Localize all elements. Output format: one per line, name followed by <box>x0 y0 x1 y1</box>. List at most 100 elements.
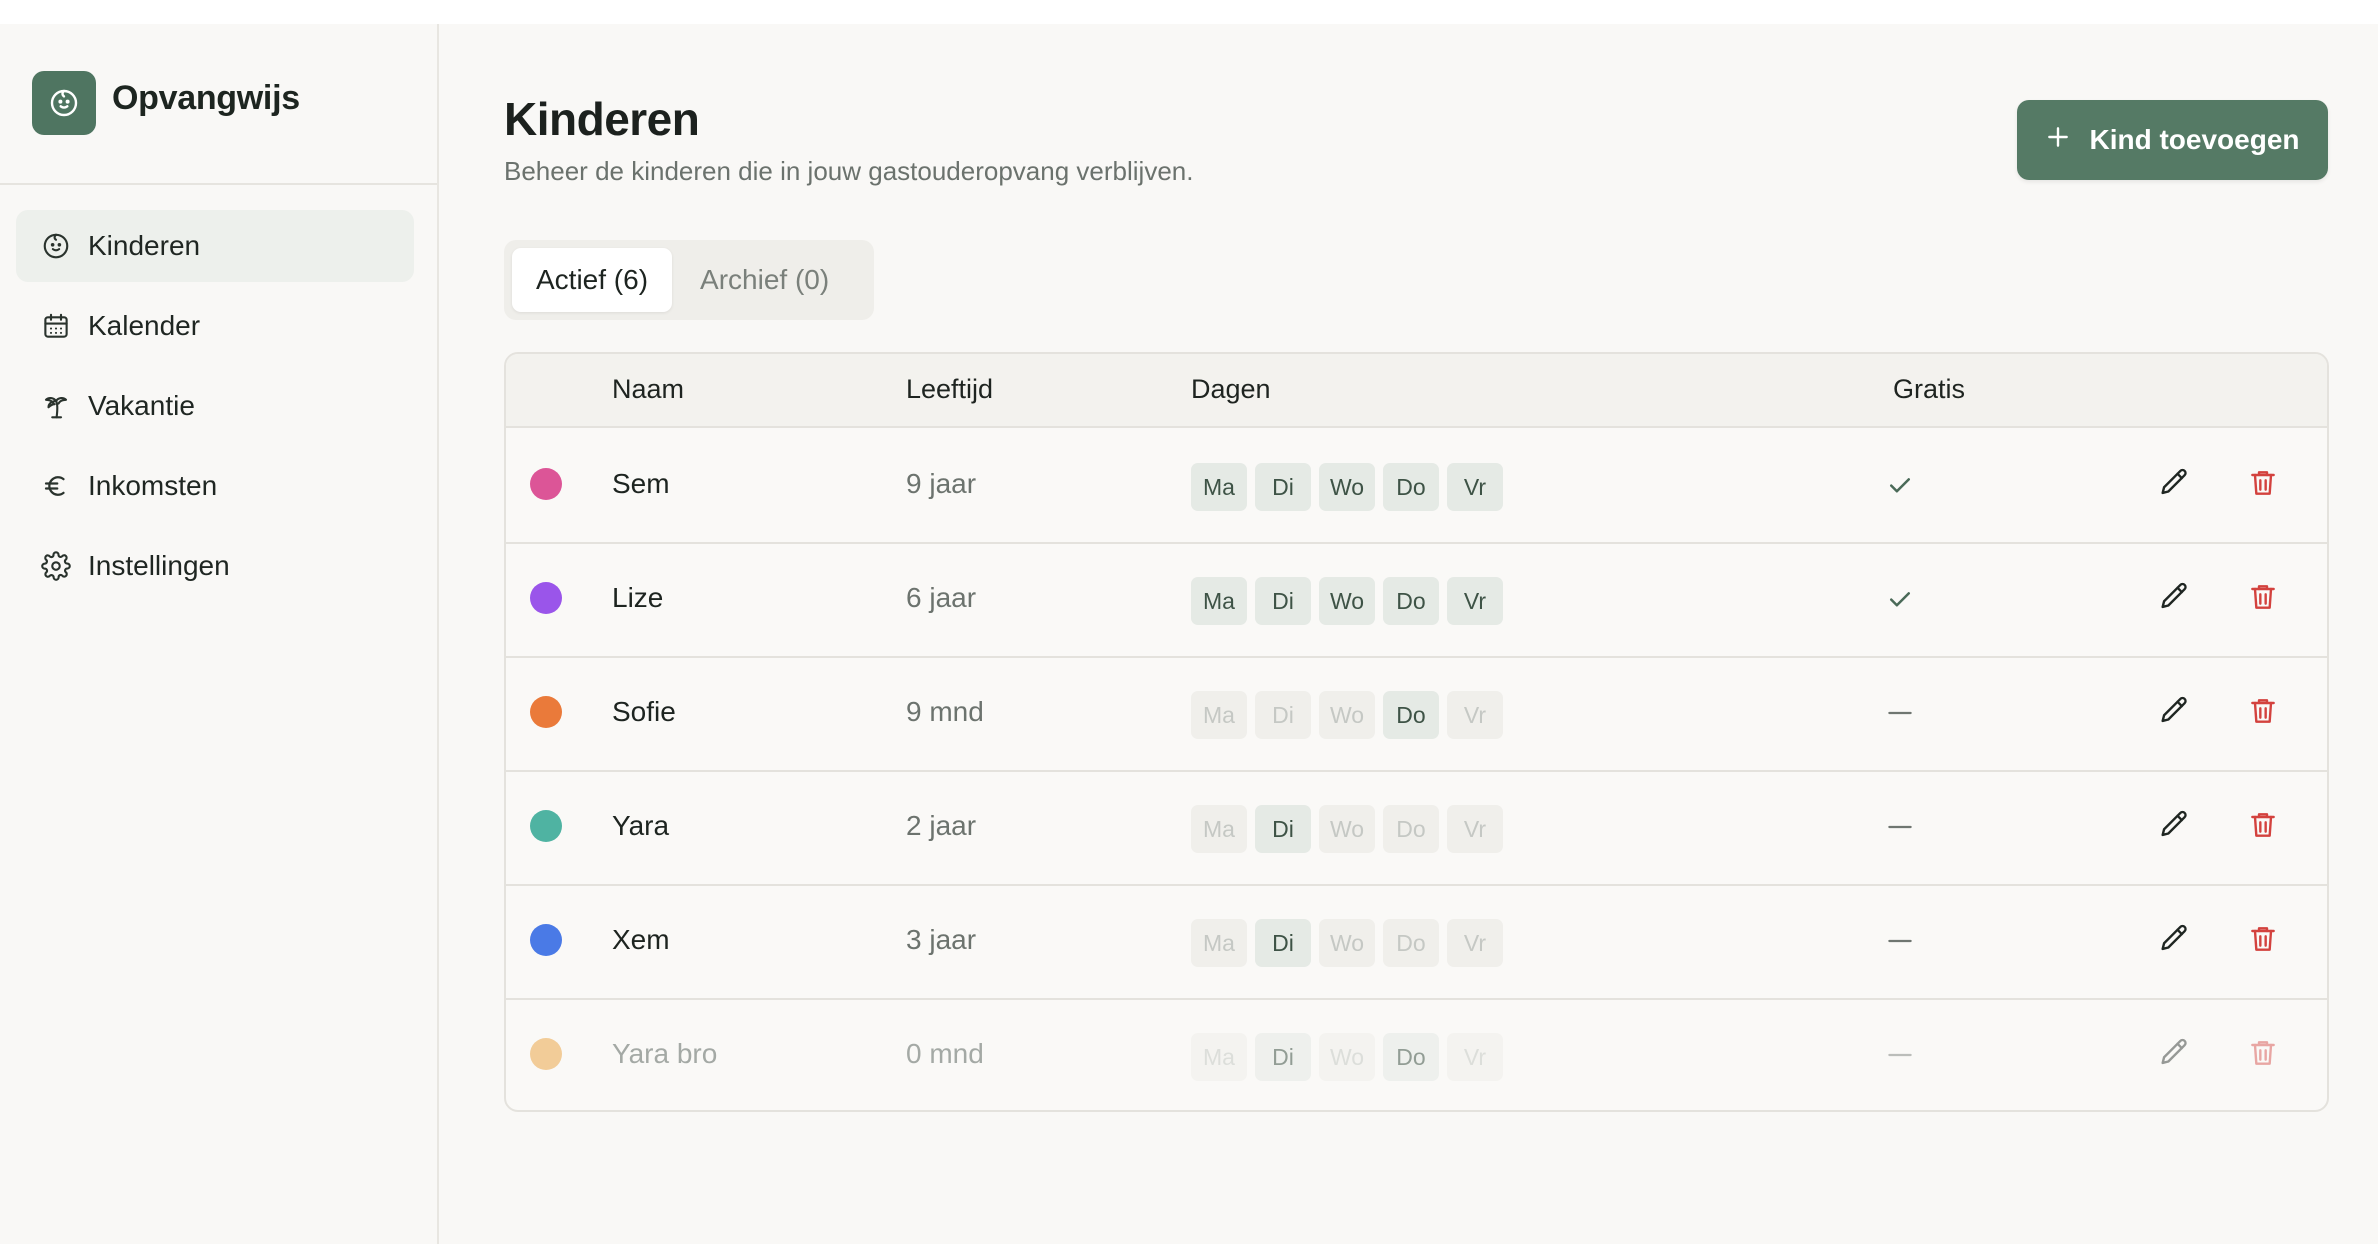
column-header-naam[interactable]: Naam <box>612 374 684 405</box>
pencil-icon <box>2157 808 2191 847</box>
edit-button[interactable] <box>2154 1035 2194 1075</box>
pencil-icon <box>2157 922 2191 961</box>
tab-actief[interactable]: Actief (6) <box>512 248 673 312</box>
edit-button[interactable] <box>2154 807 2194 847</box>
page-subtitle: Beheer de kinderen die in jouw gastouder… <box>504 156 1194 186</box>
day-chip-di: Di <box>1255 1033 1311 1081</box>
child-color-dot <box>530 810 562 842</box>
dash-icon <box>1882 695 1918 731</box>
children-table: Naam Leeftijd Dagen Gratis Sem 9 jaar Ma Di… <box>504 352 2329 1112</box>
sidebar-item-kalender[interactable]: Kalender <box>16 290 414 362</box>
table-row[interactable]: Yara 2 jaar Ma Di Wo Do Vr <box>506 772 2327 886</box>
delete-button[interactable] <box>2243 807 2283 847</box>
delete-button[interactable] <box>2243 921 2283 961</box>
trash-icon <box>2247 581 2279 618</box>
sidebar-item-vakantie[interactable]: Vakantie <box>16 370 414 442</box>
add-child-button[interactable]: Kind toevoegen <box>2017 100 2328 180</box>
child-color-dot <box>530 582 562 614</box>
sidebar-item-label: Kinderen <box>88 230 201 261</box>
table-row[interactable]: Yara bro 0 mnd Ma Di Wo Do Vr <box>506 1000 2327 1110</box>
child-name: Lize <box>612 582 664 613</box>
brand: Opvangwijs <box>0 24 437 185</box>
dash-icon <box>1882 809 1918 845</box>
table-row[interactable]: Xem 3 jaar Ma Di Wo Do Vr <box>506 886 2327 1000</box>
day-chip-do: Do <box>1383 577 1439 625</box>
child-color-dot <box>530 468 562 500</box>
child-age: 0 mnd <box>906 1038 984 1069</box>
edit-button[interactable] <box>2154 579 2194 619</box>
child-name: Sofie <box>612 696 676 727</box>
day-chips: Ma Di Wo Do Vr <box>1191 805 1503 853</box>
day-chip-wo: Wo <box>1319 805 1375 853</box>
day-chip-wo: Wo <box>1319 1033 1375 1081</box>
column-header-gratis[interactable]: Gratis <box>1893 374 1965 405</box>
palm-tree-icon <box>40 390 72 422</box>
sidebar-item-label: Instellingen <box>88 550 230 581</box>
sidebar-item-label: Inkomsten <box>88 470 218 501</box>
day-chip-di: Di <box>1255 919 1311 967</box>
delete-button[interactable] <box>2243 579 2283 619</box>
child-color-dot <box>530 1038 562 1070</box>
day-chip-do: Do <box>1383 805 1439 853</box>
plus-icon <box>2045 124 2071 157</box>
table-header: Naam Leeftijd Dagen Gratis <box>506 354 2327 428</box>
pencil-icon <box>2157 580 2191 619</box>
child-name: Yara bro <box>612 1038 718 1069</box>
child-age: 6 jaar <box>906 582 977 613</box>
day-chip-vr: Vr <box>1447 919 1503 967</box>
pencil-icon <box>2157 1036 2191 1075</box>
day-chips: Ma Di Wo Do Vr <box>1191 691 1503 739</box>
day-chip-ma: Ma <box>1191 691 1247 739</box>
delete-button[interactable] <box>2243 693 2283 733</box>
day-chip-ma: Ma <box>1191 805 1247 853</box>
column-header-dagen[interactable]: Dagen <box>1191 374 1271 405</box>
day-chip-ma: Ma <box>1191 577 1247 625</box>
dash-icon <box>1882 923 1918 959</box>
day-chip-do: Do <box>1383 691 1439 739</box>
day-chips: Ma Di Wo Do Vr <box>1191 919 1503 967</box>
child-age: 9 mnd <box>906 696 984 727</box>
day-chip-do: Do <box>1383 919 1439 967</box>
day-chip-di: Di <box>1255 691 1311 739</box>
trash-icon <box>2247 695 2279 732</box>
child-color-dot <box>530 924 562 956</box>
baby-face-icon <box>40 230 72 262</box>
child-name: Yara <box>612 810 670 841</box>
day-chip-wo: Wo <box>1319 691 1375 739</box>
trash-icon <box>2247 1037 2279 1074</box>
trash-icon <box>2247 809 2279 846</box>
delete-button[interactable] <box>2243 1035 2283 1075</box>
calendar-icon <box>40 310 72 342</box>
day-chip-ma: Ma <box>1191 919 1247 967</box>
status-tabs: Actief (6) Archief (0) <box>504 240 874 320</box>
gear-icon <box>40 550 72 582</box>
child-age: 2 jaar <box>906 810 977 841</box>
pencil-icon <box>2157 466 2191 505</box>
sidebar-item-label: Kalender <box>88 310 201 341</box>
column-header-leeftijd[interactable]: Leeftijd <box>906 374 993 405</box>
check-icon <box>1882 467 1918 503</box>
table-row[interactable]: Lize 6 jaar Ma Di Wo Do Vr <box>506 544 2327 658</box>
child-name: Sem <box>612 468 670 499</box>
day-chips: Ma Di Wo Do Vr <box>1191 1033 1503 1081</box>
edit-button[interactable] <box>2154 693 2194 733</box>
check-icon <box>1882 581 1918 617</box>
sidebar-item-inkomsten[interactable]: Inkomsten <box>16 450 414 522</box>
delete-button[interactable] <box>2243 465 2283 505</box>
pencil-icon <box>2157 694 2191 733</box>
day-chip-di: Di <box>1255 805 1311 853</box>
day-chip-do: Do <box>1383 463 1439 511</box>
sidebar-item-instellingen[interactable]: Instellingen <box>16 530 414 602</box>
baby-face-icon[interactable] <box>32 71 96 135</box>
dash-icon <box>1882 1037 1918 1073</box>
sidebar: Opvangwijs Kinderen Kalender Vakantie In… <box>0 24 439 1244</box>
table-row[interactable]: Sofie 9 mnd Ma Di Wo Do Vr <box>506 658 2327 772</box>
sidebar-item-kinderen[interactable]: Kinderen <box>16 210 414 282</box>
day-chip-vr: Vr <box>1447 805 1503 853</box>
tab-archief[interactable]: Archief (0) <box>676 248 853 312</box>
day-chip-di: Di <box>1255 463 1311 511</box>
child-age: 9 jaar <box>906 468 977 499</box>
edit-button[interactable] <box>2154 921 2194 961</box>
edit-button[interactable] <box>2154 465 2194 505</box>
table-row[interactable]: Sem 9 jaar Ma Di Wo Do Vr <box>506 430 2327 544</box>
